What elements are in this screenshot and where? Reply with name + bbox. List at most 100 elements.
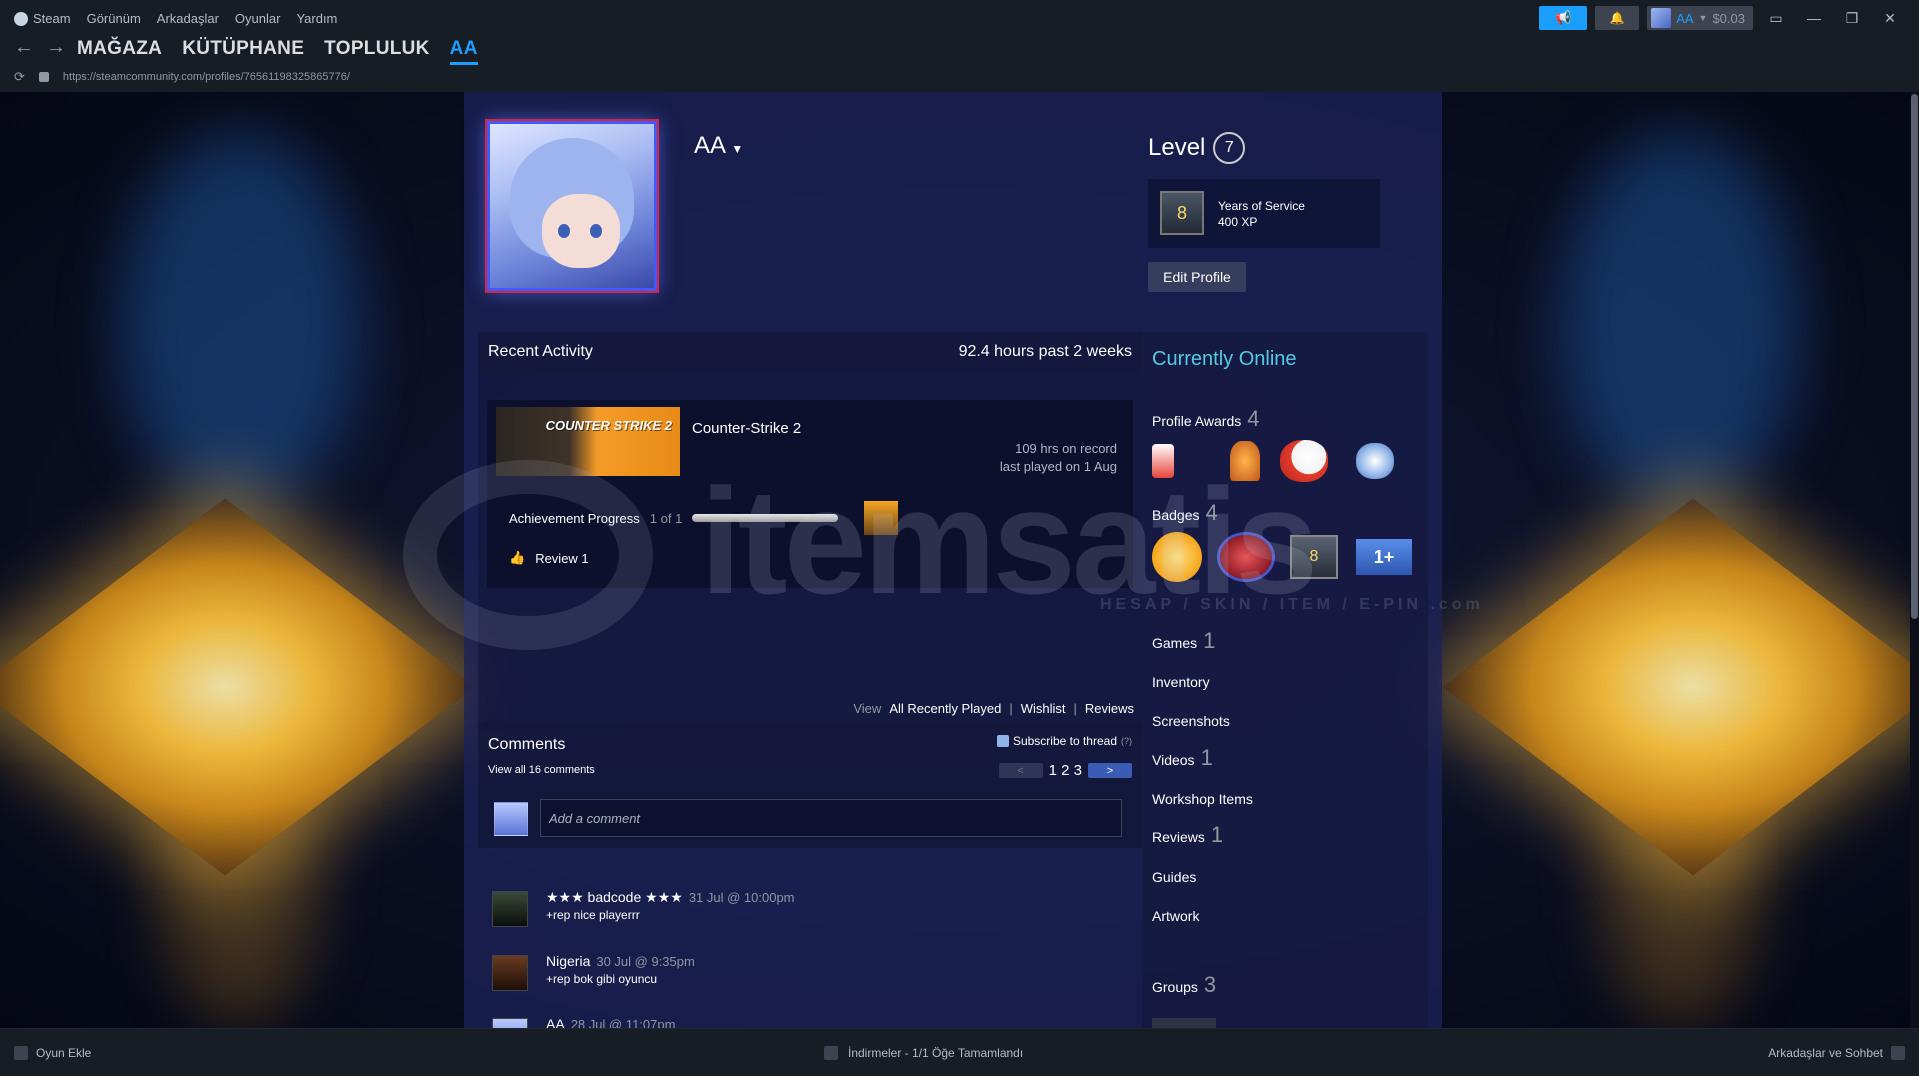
award-drink-icon[interactable] <box>1152 444 1174 478</box>
title-bar: Steam Görünüm Arkadaşlar Oyunlar Yardım … <box>0 0 1919 36</box>
badges-heading[interactable]: Badges 4 <box>1152 500 1218 526</box>
menu-help[interactable]: Yardım <box>296 11 337 26</box>
comment-time: 28 Jul @ 11:07pm <box>570 1017 676 1028</box>
comment-author[interactable]: Nigeria <box>546 953 590 969</box>
plus-icon <box>14 1046 28 1060</box>
sidebar-item-games[interactable]: Games 1 <box>1152 628 1215 654</box>
avatar[interactable] <box>492 1018 528 1028</box>
comment-item: ★★★ badcode ★★★ 31 Jul @ 10:00pm +rep nic… <box>492 889 1132 933</box>
downloads-status[interactable]: İndirmeler - 1/1 Öğe Tamamlandı <box>824 1046 1023 1060</box>
forward-arrow-icon[interactable]: → <box>46 36 66 59</box>
link-wishlist[interactable]: Wishlist <box>1021 701 1066 716</box>
page-scrollbar[interactable] <box>1910 92 1919 1028</box>
recent-activity-header: Recent Activity 92.4 hours past 2 weeks <box>478 332 1142 372</box>
comments-title: Comments <box>488 736 566 753</box>
wallet-balance: $0.03 <box>1712 10 1745 26</box>
avatar[interactable] <box>492 891 528 927</box>
menu-steam[interactable]: Steam <box>14 11 71 26</box>
big-picture-icon[interactable]: ▭ <box>1761 10 1791 27</box>
minimize-button[interactable]: — <box>1799 10 1829 26</box>
close-button[interactable]: ✕ <box>1875 10 1905 27</box>
badge-xp: 400 XP <box>1218 215 1258 229</box>
level-number: 7 <box>1213 132 1246 164</box>
years-badge-icon[interactable]: 8 <box>1290 535 1338 579</box>
maximize-button[interactable]: ❐ <box>1837 10 1867 27</box>
caret-down-icon: ▼ <box>731 142 744 156</box>
menu-view[interactable]: Görünüm <box>87 11 141 26</box>
edit-profile-button[interactable]: Edit Profile <box>1148 262 1246 292</box>
comment-author[interactable]: ★★★ badcode ★★★ <box>546 889 683 905</box>
sidebar-item-inventory[interactable]: Inventory <box>1152 674 1210 690</box>
prev-page-button[interactable]: < <box>998 763 1043 778</box>
steam-logo-icon <box>14 11 28 26</box>
game-name[interactable]: Counter-Strike 2 <box>692 420 801 437</box>
url-text[interactable]: https://steamcommunity.com/profiles/7656… <box>63 71 350 83</box>
comment-item: AA 28 Jul @ 11:07pm <box>492 1016 1132 1028</box>
achievement-progress[interactable]: Achievement Progress 1 of 1 <box>509 501 899 535</box>
nav-arrows: ← → <box>14 36 66 59</box>
url-bar: ⟳ https://steamcommunity.com/profiles/76… <box>14 69 350 85</box>
account-menu[interactable]: AA ▼ $0.03 <box>1647 6 1753 30</box>
announcement-button[interactable]: 📢 <box>1539 6 1588 30</box>
scrollbar-thumb[interactable] <box>1911 94 1918 619</box>
award-chicken-icon[interactable] <box>1280 440 1328 482</box>
subscribe-toggle[interactable]: Subscribe to thread (?) <box>996 734 1132 748</box>
menu-friends[interactable]: Arkadaşlar <box>157 11 219 26</box>
game-collector-badge-icon[interactable]: 1+ <box>1356 539 1412 575</box>
page-numbers[interactable]: 1 2 3 <box>1049 762 1082 779</box>
sidebar-item-groups[interactable]: Groups 3 <box>1152 972 1216 998</box>
group-avatar[interactable] <box>1152 1018 1216 1028</box>
bell-icon: 🔔 <box>1609 11 1625 25</box>
add-game-button[interactable]: Oyun Ekle <box>14 1046 91 1060</box>
friends-chat-button[interactable]: Arkadaşlar ve Sohbet <box>1768 1046 1905 1060</box>
help-icon[interactable]: (?) <box>1121 736 1132 746</box>
achievement-icon[interactable] <box>864 501 899 535</box>
view-all-comments[interactable]: View all 16 comments <box>488 764 595 776</box>
link-reviews[interactable]: Reviews <box>1085 701 1134 716</box>
featured-badge[interactable]: 8 Years of Service 400 XP <box>1148 179 1380 248</box>
sidebar-item-guides[interactable]: Guides <box>1152 869 1196 885</box>
recent-activity-hours: 92.4 hours past 2 weeks <box>958 343 1132 360</box>
nav-store[interactable]: MAĞAZA <box>77 38 162 65</box>
cube-art-right <box>1442 498 1919 876</box>
comment-time: 31 Jul @ 10:00pm <box>688 890 795 905</box>
link-all-recently-played[interactable]: All Recently Played <box>889 701 1001 716</box>
sidebar-item-reviews[interactable]: Reviews 1 <box>1152 822 1223 848</box>
megaphone-icon: 📢 <box>1555 10 1572 25</box>
cube-art-left <box>0 498 476 876</box>
reload-icon[interactable]: ⟳ <box>14 69 25 85</box>
award-dog-icon[interactable] <box>1230 441 1260 481</box>
checkbox-icon[interactable] <box>996 735 1009 747</box>
nav-library[interactable]: KÜTÜPHANE <box>182 38 304 65</box>
sidebar-item-screenshots[interactable]: Screenshots <box>1152 713 1230 729</box>
nav-profile[interactable]: AA <box>449 38 478 65</box>
nav-community[interactable]: TOPLULUK <box>324 38 430 65</box>
sidebar-item-videos[interactable]: Videos 1 <box>1152 745 1213 771</box>
coin-badge-icon[interactable] <box>1152 532 1202 582</box>
review-link[interactable]: 👍 Review 1 <box>509 550 589 566</box>
comment-input[interactable] <box>540 799 1122 837</box>
award-tiger-icon[interactable] <box>1356 443 1394 479</box>
avatar[interactable] <box>492 955 528 991</box>
comment-compose <box>478 782 1142 848</box>
comment-author[interactable]: AA <box>546 1016 565 1028</box>
back-arrow-icon[interactable]: ← <box>14 36 34 59</box>
next-page-button[interactable]: > <box>1088 763 1132 778</box>
main-nav: MAĞAZA KÜTÜPHANE TOPLULUK AA <box>77 38 478 65</box>
seal-badge-icon[interactable] <box>1220 535 1272 579</box>
chat-icon <box>1891 1046 1905 1060</box>
game-capsule[interactable]: COUNTER STRIKE 2 <box>496 407 680 476</box>
notification-button[interactable]: 🔔 <box>1595 6 1640 30</box>
menu-games[interactable]: Oyunlar <box>235 11 281 26</box>
nav-bar: ← → MAĞAZA KÜTÜPHANE TOPLULUK AA ⟳ https… <box>0 36 1919 92</box>
level-label: Level <box>1148 134 1206 161</box>
years-badge-icon: 8 <box>1160 191 1204 235</box>
profile-name[interactable]: AA ▼ <box>694 132 743 160</box>
view-links: View All Recently Played | Wishlist | Re… <box>853 701 1134 716</box>
comments-header: Comments View all 16 comments Subscribe … <box>478 722 1142 782</box>
sidebar-item-artwork[interactable]: Artwork <box>1152 908 1199 924</box>
profile-sidebar: Currently Online Profile Awards 4 Badges 4… <box>1142 332 1428 1028</box>
profile-awards-heading[interactable]: Profile Awards 4 <box>1152 406 1259 432</box>
profile-avatar[interactable] <box>487 121 657 291</box>
sidebar-item-workshop[interactable]: Workshop Items <box>1152 791 1253 807</box>
